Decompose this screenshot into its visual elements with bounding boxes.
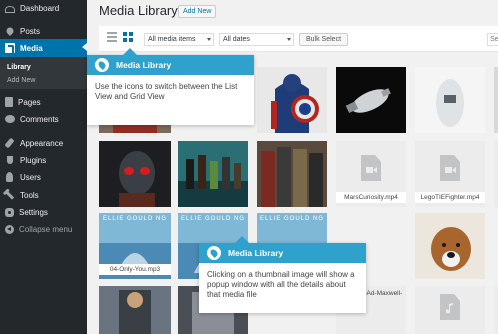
stormtroopers-thumbnail (494, 67, 498, 133)
bulk-select-button[interactable]: Bulk Select (299, 33, 349, 46)
file-audio[interactable] (415, 286, 485, 334)
menu-appearance[interactable]: Appearance (0, 135, 87, 151)
thumb-starlord[interactable] (99, 141, 171, 207)
dog-thumbnail (415, 213, 485, 279)
menu-pages[interactable]: Pages (0, 94, 87, 110)
heroes-thumbnail (257, 141, 327, 207)
menu-label: Media (20, 43, 43, 53)
menu-label: Settings (19, 207, 48, 217)
comment-icon (5, 115, 15, 123)
menu-label: Plugins (20, 155, 47, 165)
pushpin-icon (5, 26, 15, 36)
menu-label: Collapse menu (19, 224, 73, 234)
media-toolbar: All media items All dates Bulk Select Se (99, 26, 498, 52)
menu-comments[interactable]: Comments (0, 111, 87, 127)
dashboard-icon (5, 6, 15, 13)
menu-label: Users (20, 172, 41, 182)
media-type-value: All media items (148, 36, 196, 43)
guardians-thumbnail (178, 141, 248, 207)
file-legotiefighter[interactable]: LegoTIEFighter.mp4 (415, 141, 485, 207)
menu-plugins[interactable]: Plugins (0, 152, 87, 168)
grid-view-icon[interactable] (123, 32, 133, 42)
menu-users[interactable]: Users (0, 169, 87, 185)
pages-icon (5, 97, 13, 107)
settings-icon (5, 207, 14, 217)
file-partial[interactable] (494, 141, 498, 207)
file-title: 04-Only-You.mp3 (99, 264, 171, 275)
thor-thumbnail (99, 286, 171, 334)
collapse-icon (5, 224, 14, 234)
starlord-thumbnail (99, 141, 171, 207)
video-file-icon (361, 155, 381, 181)
audio-only-you[interactable]: ELLIE GOULD NG 04-Only-You.mp3 (99, 213, 171, 279)
page-title: Media Library (99, 3, 178, 18)
thumb-satellite[interactable] (336, 67, 406, 133)
help-pointer-views: Media Library Use the icons to switch be… (87, 48, 254, 125)
file-marscuriosity[interactable]: MarsCuriosity.mp4 (336, 141, 406, 207)
pointer-arrow (235, 236, 249, 243)
menu-tools[interactable]: Tools (0, 187, 87, 203)
chevron-down-icon (287, 38, 291, 41)
thumb-guardians[interactable] (178, 141, 248, 207)
paintbrush-icon (4, 137, 15, 149)
file-partial-2[interactable] (494, 286, 498, 334)
chevron-down-icon (207, 38, 211, 41)
album-art-text: ELLIE GOULD NG (102, 216, 167, 222)
search-input[interactable]: Se (487, 33, 498, 46)
pointer-title: Media Library (116, 60, 172, 70)
plugin-icon (7, 156, 13, 164)
menu-label: Pages (18, 97, 41, 107)
pointer-body: Clicking on a thumbnail image will show … (207, 270, 355, 299)
audio-file-icon (440, 294, 460, 320)
menu-label: Tools (20, 190, 39, 200)
pointer-title-bar: Media Library (199, 243, 366, 263)
video-file-icon (440, 155, 460, 181)
collapse-menu-button[interactable]: Collapse menu (0, 221, 87, 237)
media-type-select[interactable]: All media items (144, 33, 214, 46)
thumb-thor[interactable] (99, 286, 171, 334)
help-pointer-thumbnail: Media Library Clicking on a thumbnail im… (199, 236, 366, 313)
menu-label: Comments (20, 114, 59, 124)
pointer-title: Media Library (228, 248, 284, 258)
media-submenu: Library Add New (0, 57, 87, 89)
add-new-button[interactable]: Add New (178, 5, 217, 18)
thumb-stormtroopers[interactable] (494, 67, 498, 133)
menu-media[interactable]: Media (0, 39, 87, 57)
menu-label: Posts (20, 26, 41, 36)
pointer-body: Use the icons to switch between the List… (95, 82, 238, 101)
thumb-heroes[interactable] (257, 141, 327, 207)
pointer-title-bar: Media Library (87, 55, 254, 75)
captain-america-thumbnail (257, 67, 327, 133)
thumb-dog[interactable] (415, 213, 485, 279)
user-icon (6, 172, 13, 182)
pointer-arrow (123, 48, 137, 55)
menu-dashboard[interactable]: Dashboard (0, 0, 87, 16)
date-filter-value: All dates (223, 36, 250, 43)
robot-thumbnail (415, 67, 485, 133)
satellite-thumbnail (336, 67, 406, 133)
list-view-icon[interactable] (107, 32, 117, 42)
menu-label: Appearance (20, 138, 64, 148)
menu-settings[interactable]: Settings (0, 204, 87, 220)
menu-posts[interactable]: Posts (0, 23, 87, 39)
admin-sidebar: Dashboard Posts Media Library Add New Pa… (0, 0, 87, 334)
album-art-text: ELLIE GOULD NG (180, 216, 245, 222)
file-title: MarsCuriosity.mp4 (336, 192, 406, 203)
submenu-library[interactable]: Library (7, 64, 31, 71)
thumb-robot[interactable] (415, 67, 485, 133)
pushpin-icon (95, 58, 109, 72)
wrench-icon (4, 190, 15, 200)
file-title: LegoTIEFighter.mp4 (415, 192, 485, 203)
date-filter-select[interactable]: All dates (219, 33, 294, 46)
thumb-captain-america[interactable] (257, 67, 327, 133)
submenu-add-new[interactable]: Add New (7, 77, 35, 84)
album-art-text: ELLIE GOULD NG (259, 216, 324, 222)
pushpin-icon (207, 246, 221, 260)
media-icon (5, 43, 15, 53)
menu-label: Dashboard (20, 3, 60, 13)
